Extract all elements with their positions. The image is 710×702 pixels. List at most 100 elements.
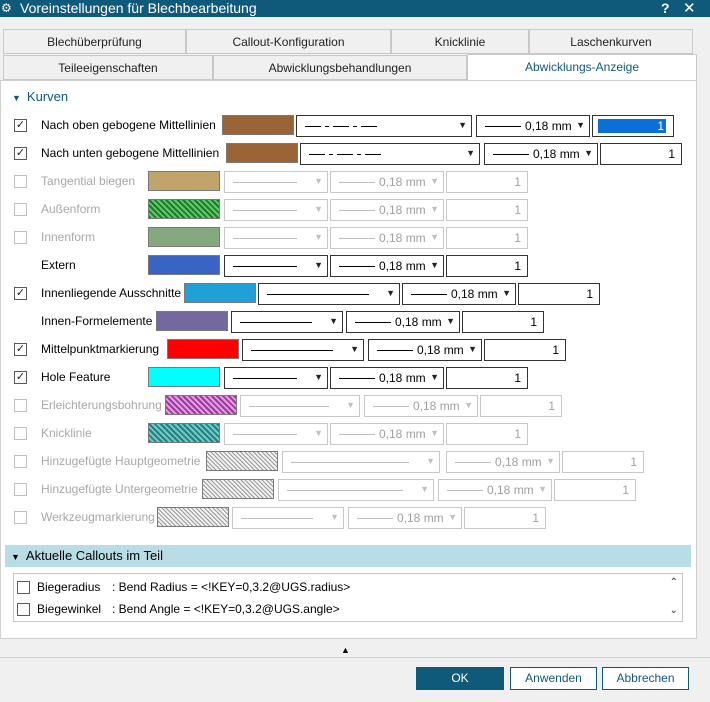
callout-list[interactable]: Biegeradius : Bend Radius = <!KEY=0,3.2@… — [13, 573, 683, 622]
layer-input[interactable]: 1 — [462, 311, 544, 333]
line-width-dropdown[interactable]: 0,18 mm ▼ — [330, 199, 444, 221]
curve-checkbox[interactable]: ✓ — [14, 147, 27, 160]
line-style-dropdown[interactable]: ▼ — [300, 143, 480, 165]
section-callouts[interactable]: ▼ Aktuelle Callouts im Teil — [5, 545, 691, 567]
close-button[interactable]: ✕ — [683, 0, 696, 17]
color-swatch[interactable] — [167, 339, 239, 359]
help-button[interactable]: ? — [661, 0, 670, 17]
curve-row: Innen-Formelemente ▼ 0,18 mm ▼ 1 — [0, 311, 697, 333]
line-width-dropdown[interactable]: 0,18 mm ▼ — [402, 283, 516, 305]
line-style-dropdown[interactable]: ▼ — [240, 395, 360, 417]
line-width-dropdown[interactable]: 0,18 mm ▼ — [364, 395, 478, 417]
color-swatch[interactable] — [165, 395, 237, 415]
line-style-dropdown[interactable]: ▼ — [278, 479, 434, 501]
layer-input[interactable]: 1 — [446, 367, 528, 389]
color-swatch[interactable] — [148, 171, 220, 191]
color-swatch[interactable] — [226, 143, 298, 163]
line-width-dropdown[interactable]: 0,18 mm ▼ — [446, 451, 560, 473]
line-style-dropdown[interactable]: ▼ — [224, 367, 328, 389]
curve-checkbox[interactable] — [14, 427, 27, 440]
line-width-dropdown[interactable]: 0,18 mm ▼ — [476, 115, 590, 137]
tab-abwicklungs-anzeige[interactable]: Abwicklungs-Anzeige — [467, 54, 697, 81]
layer-input[interactable]: 1 — [446, 227, 528, 249]
apply-button[interactable]: Anwenden — [510, 667, 597, 690]
curve-checkbox[interactable] — [14, 455, 27, 468]
color-swatch[interactable] — [148, 199, 220, 219]
layer-input[interactable]: 1 — [446, 199, 528, 221]
ok-button[interactable]: OK — [416, 667, 504, 690]
layer-input[interactable]: 1 — [446, 171, 528, 193]
line-width-dropdown[interactable]: 0,18 mm ▼ — [368, 339, 482, 361]
line-width-dropdown[interactable]: 0,18 mm ▼ — [348, 507, 462, 529]
color-swatch[interactable] — [184, 283, 256, 303]
tab-abwicklungsbehandlungen[interactable]: Abwicklungsbehandlungen — [213, 55, 467, 80]
line-style-dropdown[interactable]: ▼ — [224, 199, 328, 221]
line-width-dropdown[interactable]: 0,18 mm ▼ — [346, 311, 460, 333]
line-style-dropdown[interactable]: ▼ — [282, 451, 440, 473]
color-swatch[interactable] — [148, 423, 220, 443]
line-style-dropdown[interactable]: ▼ — [224, 227, 328, 249]
curve-checkbox[interactable] — [14, 175, 27, 188]
scroll-down-icon[interactable]: ⌄ — [670, 605, 678, 616]
callout-checkbox[interactable] — [17, 581, 30, 594]
color-swatch[interactable] — [148, 255, 220, 275]
line-width-icon — [493, 154, 529, 155]
curve-checkbox[interactable] — [14, 203, 27, 216]
layer-input[interactable]: 1 — [518, 283, 600, 305]
layer-input[interactable]: 1 — [480, 395, 562, 417]
layer-input[interactable]: 1 — [554, 479, 636, 501]
layer-input[interactable]: 1 — [446, 255, 528, 277]
color-swatch[interactable] — [222, 115, 294, 135]
curve-checkbox[interactable]: ✓ — [14, 371, 27, 384]
color-swatch[interactable] — [148, 227, 220, 247]
section-kurven[interactable]: ▼ Kurven — [12, 89, 68, 104]
line-style-dropdown[interactable]: ▼ — [224, 423, 328, 445]
line-width-value: 0,18 mm — [533, 147, 580, 161]
scroll-up-icon[interactable]: ⌃ — [670, 577, 678, 588]
tab-blechueberpruefung[interactable]: Blechüberprüfung — [3, 29, 186, 54]
color-swatch[interactable] — [206, 451, 278, 471]
line-style-dropdown[interactable]: ▼ — [224, 171, 328, 193]
tab-teileeigenschaften[interactable]: Teileeigenschaften — [3, 55, 213, 80]
line-width-dropdown[interactable]: 0,18 mm ▼ — [438, 479, 552, 501]
line-width-dropdown[interactable]: 0,18 mm ▼ — [330, 227, 444, 249]
curve-checkbox[interactable]: ✓ — [14, 119, 27, 132]
tab-callout-konfiguration[interactable]: Callout-Konfiguration — [186, 29, 391, 54]
line-width-value: 0,18 mm — [525, 119, 572, 133]
layer-input[interactable]: 1 — [484, 339, 566, 361]
tab-knicklinie[interactable]: Knicklinie — [391, 29, 529, 54]
color-swatch[interactable] — [148, 367, 220, 387]
line-width-dropdown[interactable]: 0,18 mm ▼ — [330, 171, 444, 193]
curve-checkbox[interactable] — [14, 511, 27, 524]
layer-input[interactable]: 1 — [464, 507, 546, 529]
curve-checkbox[interactable] — [14, 231, 27, 244]
callout-checkbox[interactable] — [17, 603, 30, 616]
line-style-dropdown[interactable]: ▼ — [232, 507, 344, 529]
line-style-icon — [305, 126, 321, 127]
line-width-value: 0,18 mm — [417, 343, 464, 357]
line-width-dropdown[interactable]: 0,18 mm ▼ — [330, 367, 444, 389]
color-swatch[interactable] — [156, 311, 228, 331]
curve-label: Nach oben gebogene Mittellinien — [41, 118, 216, 132]
curve-checkbox[interactable] — [14, 399, 27, 412]
line-style-dropdown[interactable]: ▼ — [296, 115, 472, 137]
curve-checkbox[interactable]: ✓ — [14, 343, 27, 356]
tab-laschenkurven[interactable]: Laschenkurven — [529, 29, 693, 54]
color-swatch[interactable] — [202, 479, 274, 499]
line-style-dropdown[interactable]: ▼ — [231, 311, 343, 333]
line-width-dropdown[interactable]: 0,18 mm ▼ — [330, 423, 444, 445]
layer-input[interactable]: 1 — [600, 143, 682, 165]
layer-input[interactable]: 1 — [592, 115, 674, 137]
curve-checkbox[interactable]: ✓ — [14, 287, 27, 300]
line-style-dropdown[interactable]: ▼ — [258, 283, 400, 305]
color-swatch[interactable] — [157, 507, 229, 527]
cancel-button[interactable]: Abbrechen — [602, 667, 689, 690]
layer-input[interactable]: 1 — [446, 423, 528, 445]
line-width-dropdown[interactable]: 0,18 mm ▼ — [484, 143, 598, 165]
line-style-dropdown[interactable]: ▼ — [224, 255, 328, 277]
line-width-dropdown[interactable]: 0,18 mm ▼ — [330, 255, 444, 277]
line-style-dropdown[interactable]: ▼ — [242, 339, 364, 361]
curve-checkbox[interactable] — [14, 483, 27, 496]
expand-up-icon[interactable]: ▲ — [341, 645, 350, 655]
layer-input[interactable]: 1 — [562, 451, 644, 473]
